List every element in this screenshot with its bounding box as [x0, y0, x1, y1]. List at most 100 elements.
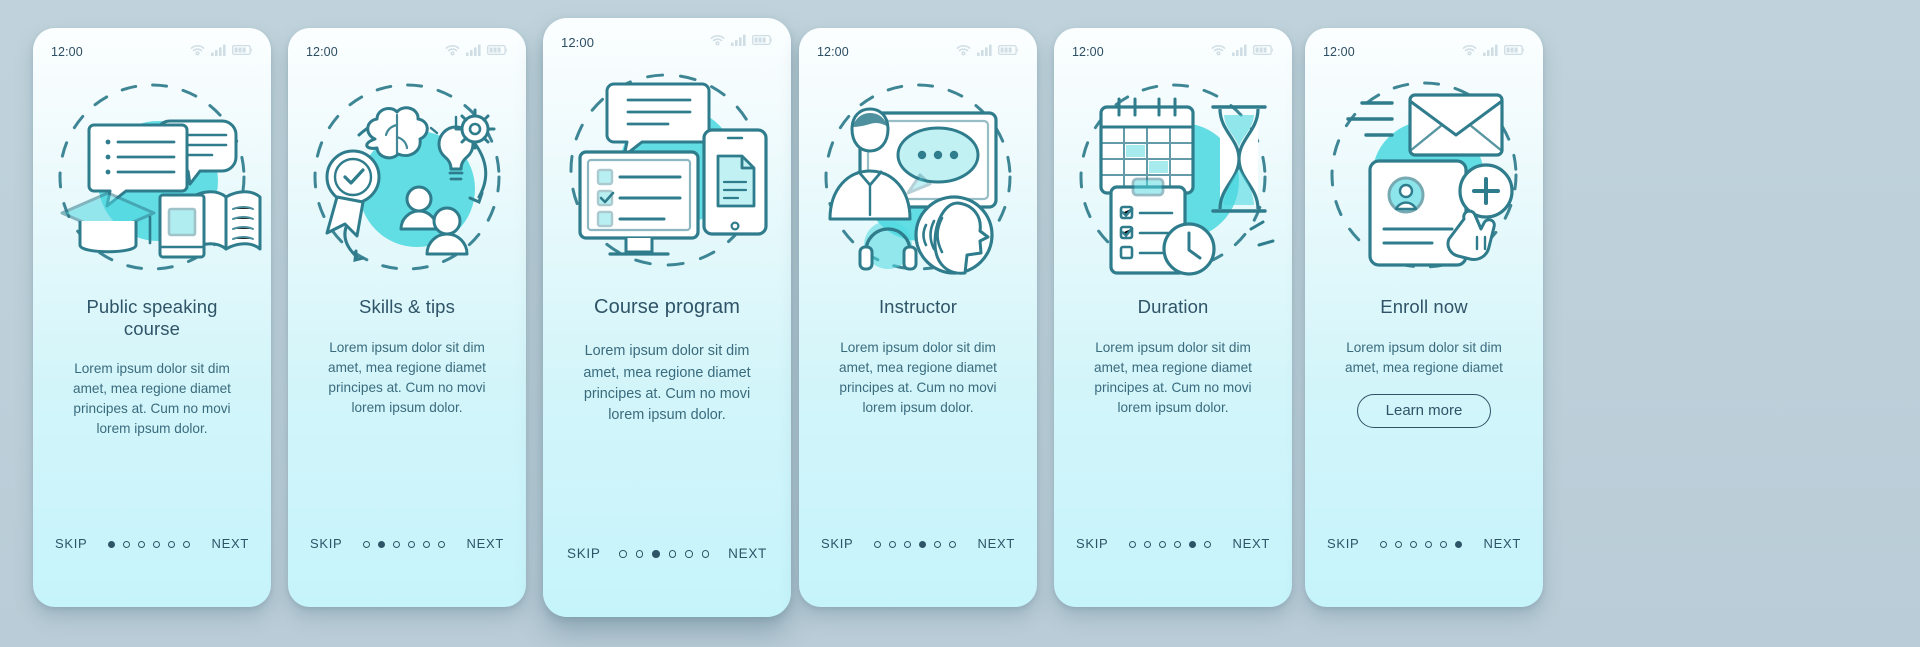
pagination-dot-4[interactable] [153, 540, 161, 548]
onboarding-card-enroll-now[interactable]: 12:00 Enroll now Lorem ipsum dolor sit d… [1305, 28, 1543, 607]
illustration-calendar-hourglass-clipboard-clock-illustration [1054, 62, 1292, 290]
next-button[interactable]: NEXT [212, 537, 249, 551]
pagination-dots [1129, 537, 1212, 551]
next-button[interactable]: NEXT [1233, 537, 1270, 551]
card-body: Lorem ipsum dolor sit dim amet, mea regi… [328, 339, 486, 415]
onboarding-card-course-program[interactable]: 12:00 Course program Lorem ipsum dolor s… [543, 18, 791, 617]
learn-more-button[interactable]: Learn more [1356, 393, 1492, 428]
pagination-dot-4[interactable] [408, 540, 416, 548]
pagination-dot-3[interactable] [1159, 540, 1167, 548]
pagination-dot-6[interactable] [1204, 540, 1212, 548]
monitor-checklist-tablet-illustration [569, 73, 768, 267]
pagination-dot-5[interactable] [1189, 540, 1197, 548]
illustration-envelope-profile-card-plus-cursor-illustration [1305, 62, 1543, 290]
pagination-dot-2[interactable] [123, 540, 131, 548]
pagination-dot-5[interactable] [685, 550, 693, 558]
status-icons [710, 33, 773, 51]
pagination-dot-5[interactable] [168, 540, 176, 548]
status-bar: 12:00 [288, 28, 526, 62]
pagination-dots [108, 537, 191, 551]
signal-icon [1483, 43, 1498, 61]
next-button[interactable]: NEXT [467, 537, 504, 551]
pagination-dot-6[interactable] [949, 540, 957, 548]
pagination-dots [1380, 537, 1463, 551]
pagination-dot-3[interactable] [904, 540, 912, 548]
card-text-block: Course program Lorem ipsum dolor sit dim… [543, 290, 791, 525]
status-time: 12:00 [817, 45, 849, 59]
pagination-dot-5[interactable] [934, 540, 942, 548]
pagination-dot-4[interactable] [1174, 540, 1182, 548]
instructor-screen-speech-illustration [824, 83, 1012, 275]
wifi-icon [1462, 43, 1477, 61]
card-text-block: Enroll now Lorem ipsum dolor sit dim ame… [1305, 290, 1543, 515]
card-title: Public speaking course [86, 296, 218, 339]
envelope-profile-card-plus-cursor-illustration [1330, 81, 1518, 268]
onboarding-card-skills-and-tips[interactable]: 12:00 Skills & tips Lorem ipsum dolor si… [288, 28, 526, 607]
calendar-hourglass-clipboard-clock-illustration [1079, 83, 1275, 276]
status-icons [1462, 43, 1525, 61]
signal-icon [977, 43, 992, 61]
pagination-dot-2[interactable] [635, 550, 644, 558]
pagination-dot-1[interactable] [1129, 540, 1137, 548]
card-body: Lorem ipsum dolor sit dim amet, mea regi… [1094, 339, 1252, 415]
next-button[interactable]: NEXT [978, 537, 1015, 551]
wifi-icon [956, 43, 971, 61]
card-body: Lorem ipsum dolor sit dim amet, mea regi… [839, 339, 997, 415]
card-footer-nav: SKIP NEXT [1305, 515, 1543, 607]
status-icons [190, 43, 253, 61]
pagination-dot-1[interactable] [108, 540, 116, 548]
pagination-dot-1[interactable] [1380, 540, 1388, 548]
pagination-dot-1[interactable] [619, 550, 627, 558]
pagination-dot-2[interactable] [889, 540, 897, 548]
status-bar: 12:00 [799, 28, 1037, 62]
pagination-dot-6[interactable] [438, 540, 446, 548]
wifi-icon [710, 33, 725, 51]
card-footer-nav: SKIP NEXT [799, 515, 1037, 607]
pagination-dot-3[interactable] [393, 540, 401, 548]
pagination-dot-6[interactable] [183, 540, 191, 548]
illustration-graduation-cap-books-chat-illustration [33, 62, 271, 290]
card-text-block: Instructor Lorem ipsum dolor sit dim ame… [799, 290, 1037, 515]
pagination-dot-5[interactable] [423, 540, 431, 548]
signal-icon [211, 43, 226, 61]
wifi-icon [445, 43, 460, 61]
pagination-dot-2[interactable] [1395, 540, 1403, 548]
pagination-dot-3[interactable] [138, 540, 146, 548]
pagination-dot-3[interactable] [1410, 540, 1418, 548]
onboarding-card-instructor[interactable]: 12:00 Instructor Lorem ipsum dolor sit d… [799, 28, 1037, 607]
pagination-dot-4[interactable] [919, 540, 927, 548]
battery-icon [1504, 43, 1525, 61]
pagination-dot-2[interactable] [378, 540, 386, 548]
pagination-dot-3[interactable] [652, 550, 660, 558]
skip-button[interactable]: SKIP [567, 547, 601, 561]
pagination-dot-1[interactable] [874, 540, 882, 548]
pagination-dot-5[interactable] [1440, 540, 1448, 548]
card-body: Lorem ipsum dolor sit dim amet, mea regi… [1345, 339, 1503, 375]
card-title: Duration [1137, 296, 1209, 317]
card-footer-nav: SKIP NEXT [288, 515, 526, 607]
card-footer-nav: SKIP NEXT [543, 525, 791, 617]
pagination-dot-1[interactable] [363, 540, 371, 548]
pagination-dot-6[interactable] [701, 550, 710, 558]
skip-button[interactable]: SKIP [310, 537, 342, 551]
pagination-dot-6[interactable] [1455, 540, 1463, 548]
pagination-dot-4[interactable] [1425, 540, 1433, 548]
status-icons [1211, 43, 1274, 61]
card-body: Lorem ipsum dolor sit dim amet, mea regi… [73, 361, 231, 437]
onboarding-card-public-speaking-course[interactable]: 12:00 Public speaking course Lorem ipsum… [33, 28, 271, 607]
skip-button[interactable]: SKIP [821, 537, 853, 551]
skip-button[interactable]: SKIP [1327, 537, 1359, 551]
status-bar: 12:00 [1305, 28, 1543, 62]
next-button[interactable]: NEXT [728, 547, 767, 561]
onboarding-card-duration[interactable]: 12:00 Duration Lorem ipsum dolor sit dim… [1054, 28, 1292, 607]
pagination-dots [874, 537, 957, 551]
skip-button[interactable]: SKIP [1076, 537, 1108, 551]
skip-button[interactable]: SKIP [55, 537, 87, 551]
next-button[interactable]: NEXT [1484, 537, 1521, 551]
pagination-dot-2[interactable] [1144, 540, 1152, 548]
battery-icon [752, 33, 773, 51]
status-time: 12:00 [51, 45, 83, 59]
pagination-dots [363, 537, 446, 551]
card-title: Skills & tips [359, 296, 455, 317]
pagination-dot-4[interactable] [668, 550, 677, 558]
